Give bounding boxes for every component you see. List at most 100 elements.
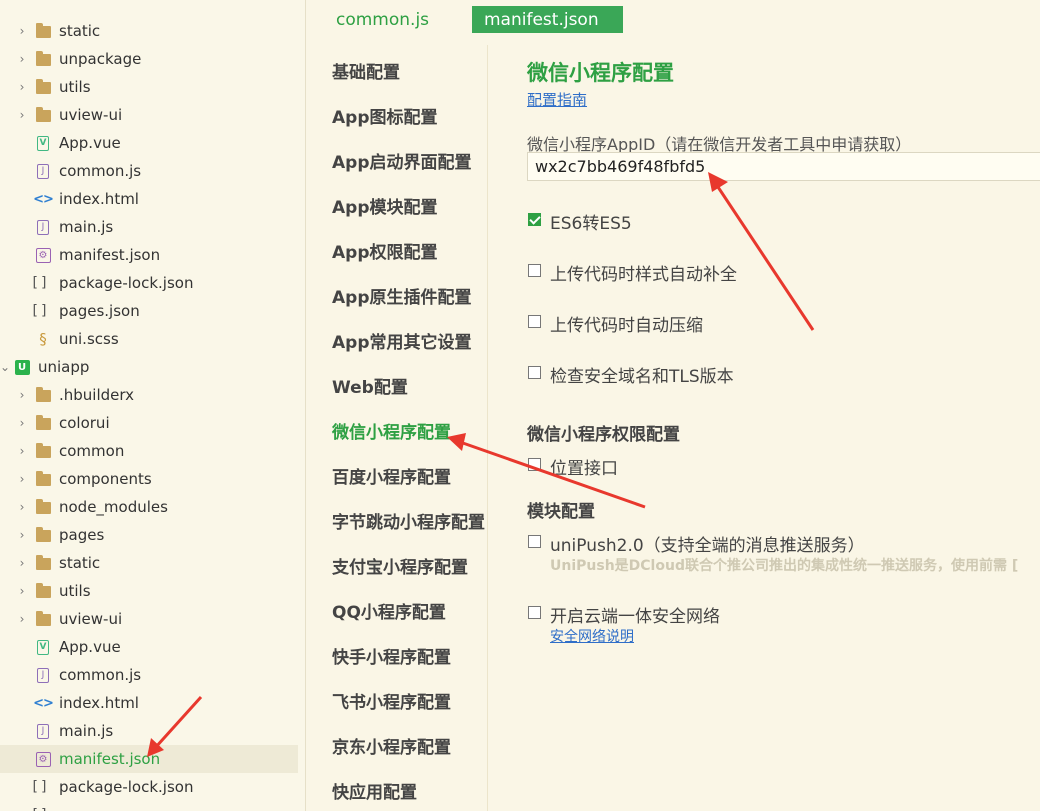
appid-input[interactable] <box>527 152 1040 181</box>
tree-item-label: uview-ui <box>59 106 123 124</box>
postcss-checkbox[interactable] <box>528 264 541 277</box>
tree-item[interactable]: <> index.html <box>0 689 298 717</box>
secure-network-checkbox[interactable] <box>528 606 541 619</box>
tree-item-label: package-lock.json <box>59 778 194 796</box>
nav-item-web[interactable]: Web配置 <box>332 373 408 398</box>
location-checkbox[interactable] <box>528 458 541 471</box>
folder-icon <box>35 51 51 67</box>
tree-item[interactable]: › unpackage <box>0 45 298 73</box>
chevron-right-icon[interactable]: › <box>17 612 27 626</box>
chevron-right-icon[interactable]: › <box>17 584 27 598</box>
chevron-right-icon[interactable]: › <box>17 528 27 542</box>
nav-item-quickapp[interactable]: 快应用配置 <box>332 778 417 803</box>
tree-item[interactable]: › static <box>0 549 298 577</box>
tab-common-js[interactable]: common.js <box>312 6 460 33</box>
tree-item[interactable]: › node_modules <box>0 493 298 521</box>
chevron-right-icon[interactable]: › <box>17 444 27 458</box>
tree-item[interactable]: › colorui <box>0 409 298 437</box>
tree-item-label: node_modules <box>59 498 168 516</box>
config-guide-link[interactable]: 配置指南 <box>527 89 587 110</box>
module-heading: 模块配置 <box>527 502 595 522</box>
js-file-icon: J <box>35 219 51 235</box>
chevron-right-icon[interactable]: › <box>17 556 27 570</box>
tree-item[interactable]: › utils <box>0 577 298 605</box>
folder-icon <box>35 527 51 543</box>
js-file-icon: J <box>35 723 51 739</box>
html-file-icon: <> <box>33 191 54 207</box>
tree-item-selected[interactable]: ⚙ manifest.json <box>0 745 298 773</box>
tree-item[interactable]: [] <box>0 801 298 811</box>
tree-item-label: static <box>59 22 101 40</box>
tree-item[interactable]: › uview-ui <box>0 101 298 129</box>
es6-checkbox[interactable] <box>528 213 541 226</box>
tree-item[interactable]: J common.js <box>0 661 298 689</box>
nav-item-kuaishou-mp[interactable]: 快手小程序配置 <box>332 643 451 668</box>
nav-item-baidu-mp[interactable]: 百度小程序配置 <box>332 463 451 488</box>
secure-network-label: 开启云端一体安全网络 <box>550 607 720 627</box>
chevron-right-icon[interactable]: › <box>17 416 27 430</box>
folder-icon <box>35 107 51 123</box>
secure-network-link[interactable]: 安全网络说明 <box>550 626 634 646</box>
config-nav: 基础配置 App图标配置 App启动界面配置 App模块配置 App权限配置 A… <box>306 45 488 811</box>
nav-item-alipay-mp[interactable]: 支付宝小程序配置 <box>332 553 468 578</box>
nav-item-app-other[interactable]: App常用其它设置 <box>332 328 472 353</box>
chevron-right-icon[interactable]: › <box>17 500 27 514</box>
chevron-right-icon[interactable]: › <box>17 472 27 486</box>
tree-item[interactable]: <> index.html <box>0 185 298 213</box>
tree-item[interactable]: V App.vue <box>0 129 298 157</box>
vue-file-icon: V <box>35 639 51 655</box>
tree-item[interactable]: › pages <box>0 521 298 549</box>
chevron-right-icon[interactable]: › <box>17 108 27 122</box>
tree-item[interactable]: J main.js <box>0 213 298 241</box>
tree-item[interactable]: › utils <box>0 73 298 101</box>
folder-icon <box>35 79 51 95</box>
domain-check-checkbox[interactable] <box>528 366 541 379</box>
minify-checkbox[interactable] <box>528 315 541 328</box>
nav-item-weixin-mp[interactable]: 微信小程序配置 <box>332 418 451 443</box>
tree-item[interactable]: › uview-ui <box>0 605 298 633</box>
tab-manifest-json[interactable]: manifest.json <box>472 6 623 33</box>
chevron-right-icon[interactable]: › <box>17 52 27 66</box>
unipush-checkbox[interactable] <box>528 535 541 548</box>
folder-icon <box>35 555 51 571</box>
tree-item[interactable]: ⚙ manifest.json <box>0 241 298 269</box>
tree-item-label: manifest.json <box>59 246 161 264</box>
json-file-icon: [] <box>32 303 50 319</box>
tree-item[interactable]: [] pages.json <box>0 297 298 325</box>
chevron-right-icon[interactable]: › <box>17 388 27 402</box>
vue-file-icon: V <box>35 135 51 151</box>
nav-item-app-permissions[interactable]: App权限配置 <box>332 238 438 263</box>
tree-item[interactable]: [] package-lock.json <box>0 773 298 801</box>
tree-item[interactable]: › static <box>0 17 298 45</box>
chevron-right-icon[interactable]: › <box>17 24 27 38</box>
tree-item-label: .hbuilderx <box>59 386 135 404</box>
tree-item[interactable]: [] package-lock.json <box>0 269 298 297</box>
tree-item[interactable]: § uni.scss <box>0 325 298 353</box>
nav-item-toutiao-mp[interactable]: 字节跳动小程序配置 <box>332 508 485 533</box>
tree-item-label: common <box>59 442 125 460</box>
tree-item-label: pages.json <box>59 302 140 320</box>
nav-item-qq-mp[interactable]: QQ小程序配置 <box>332 598 446 623</box>
tree-item-label: main.js <box>59 722 114 740</box>
nav-item-app-native-plugins[interactable]: App原生插件配置 <box>332 283 472 308</box>
tree-item[interactable]: › .hbuilderx <box>0 381 298 409</box>
tree-item[interactable]: J common.js <box>0 157 298 185</box>
nav-item-lark-mp[interactable]: 飞书小程序配置 <box>332 688 451 713</box>
tree-item[interactable]: › common <box>0 437 298 465</box>
folder-icon <box>35 471 51 487</box>
tree-item-label: common.js <box>59 162 142 180</box>
tree-item-project[interactable]: ⌄ U uniapp <box>0 353 298 381</box>
tree-item-label: pages <box>59 526 105 544</box>
tree-item[interactable]: › components <box>0 465 298 493</box>
nav-item-app-splash[interactable]: App启动界面配置 <box>332 148 472 173</box>
js-file-icon: J <box>35 667 51 683</box>
nav-item-basic[interactable]: 基础配置 <box>332 58 400 83</box>
nav-item-jd-mp[interactable]: 京东小程序配置 <box>332 733 451 758</box>
nav-item-app-modules[interactable]: App模块配置 <box>332 193 438 218</box>
json-file-icon: [] <box>32 275 50 291</box>
tree-item[interactable]: V App.vue <box>0 633 298 661</box>
tree-item[interactable]: J main.js <box>0 717 298 745</box>
chevron-down-icon[interactable]: ⌄ <box>0 360 10 374</box>
chevron-right-icon[interactable]: › <box>17 80 27 94</box>
nav-item-app-icon[interactable]: App图标配置 <box>332 103 438 128</box>
